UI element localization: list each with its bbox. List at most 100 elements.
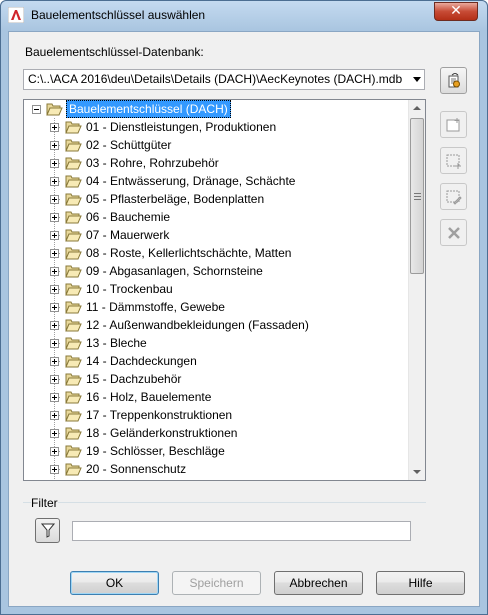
tree-item-label[interactable]: 11 - Dämmstoffe, Gewebe	[86, 298, 225, 316]
tree-item-label[interactable]: 02 - Schüttgüter	[86, 136, 171, 154]
expand-icon[interactable]	[50, 195, 59, 204]
new-database-icon	[446, 118, 460, 132]
open-folder-icon	[65, 229, 82, 242]
open-folder-icon	[65, 463, 82, 476]
filter-group-title: Filter	[31, 496, 58, 510]
open-folder-icon	[65, 445, 82, 458]
scrollbar-thumb[interactable]	[410, 118, 424, 274]
browse-database-button[interactable]	[440, 67, 467, 94]
tree-item-label[interactable]: 12 - Außenwandbekleidungen (Fassaden)	[86, 316, 309, 334]
autocad-app-icon	[8, 7, 24, 23]
open-folder-icon	[65, 427, 82, 440]
tree-item-label[interactable]: 17 - Treppenkonstruktionen	[86, 406, 232, 424]
expand-icon[interactable]	[50, 213, 59, 222]
open-folder-icon	[65, 283, 82, 296]
delete-keynote-button[interactable]	[440, 219, 467, 246]
tree-item-label[interactable]: 05 - Pflasterbeläge, Bodenplatten	[86, 190, 264, 208]
help-button[interactable]: Hilfe	[376, 571, 465, 595]
open-folder-icon	[65, 301, 82, 314]
expand-icon[interactable]	[50, 321, 59, 330]
tree-item-label[interactable]: 01 - Dienstleistungen, Produktionen	[86, 118, 276, 136]
expand-icon[interactable]	[50, 429, 59, 438]
collapse-icon[interactable]	[32, 105, 41, 114]
open-folder-icon	[65, 319, 82, 332]
dialog-client-area: Bauelementschlüssel-Datenbank: C:\..\ACA…	[8, 31, 480, 607]
open-folder-icon	[65, 391, 82, 404]
tree-item-label[interactable]: 13 - Bleche	[86, 334, 147, 352]
title-bar[interactable]: Bauelementschlüssel auswählen ✕	[1, 1, 487, 31]
open-folder-icon	[65, 373, 82, 386]
tree-item-label[interactable]: 09 - Abgasanlagen, Schornsteine	[86, 262, 263, 280]
tree-item-label[interactable]: 04 - Entwässerung, Dränage, Schächte	[86, 172, 295, 190]
expand-icon[interactable]	[50, 159, 59, 168]
tree-item-label[interactable]: 14 - Dachdeckungen	[86, 352, 197, 370]
tree-item-label[interactable]: 10 - Trockenbau	[86, 280, 173, 298]
open-folder-icon	[65, 175, 82, 188]
database-dropdown-value: C:\..\ACA 2016\deu\Details\Details (DACH…	[28, 72, 403, 86]
add-item-icon	[446, 154, 461, 169]
tree-item-label[interactable]: 06 - Bauchemie	[86, 208, 170, 226]
cancel-button[interactable]: Abbrechen	[274, 571, 363, 595]
dialog-window: Bauelementschlüssel auswählen ✕ Baueleme…	[0, 0, 488, 615]
expand-icon[interactable]	[50, 339, 59, 348]
expand-icon[interactable]	[50, 357, 59, 366]
expand-icon[interactable]	[50, 285, 59, 294]
open-folder-icon	[65, 139, 82, 152]
tree-guide-line	[54, 118, 55, 480]
filter-button[interactable]	[35, 518, 60, 543]
add-keynote-button[interactable]	[440, 147, 467, 174]
grip-icon	[414, 193, 421, 194]
edit-item-icon	[446, 190, 462, 205]
grip-icon	[414, 196, 421, 197]
expand-icon[interactable]	[50, 303, 59, 312]
open-folder-icon	[65, 247, 82, 260]
open-folder-icon	[65, 121, 82, 134]
scroll-down-icon[interactable]	[413, 470, 421, 474]
open-folder-icon	[46, 103, 63, 116]
grip-icon	[414, 199, 421, 200]
expand-icon[interactable]	[50, 141, 59, 150]
expand-icon[interactable]	[50, 177, 59, 186]
open-folder-icon	[65, 211, 82, 224]
expand-icon[interactable]	[50, 231, 59, 240]
expand-icon[interactable]	[50, 411, 59, 420]
keynote-tree[interactable]: Bauelementschlüssel (DACH) 01 - Dienstle…	[23, 99, 426, 481]
tree-item-label[interactable]: 07 - Mauerwerk	[86, 226, 169, 244]
chevron-down-icon[interactable]	[413, 77, 421, 82]
expand-icon[interactable]	[50, 123, 59, 132]
tree-item-label[interactable]: 19 - Schlösser, Beschläge	[86, 442, 225, 460]
window-title: Bauelementschlüssel auswählen	[31, 8, 206, 22]
tree-root-label[interactable]: Bauelementschlüssel (DACH)	[66, 100, 231, 118]
open-database-icon	[448, 73, 460, 88]
scroll-up-icon[interactable]	[413, 106, 421, 110]
delete-x-icon	[448, 227, 460, 239]
tree-item-label[interactable]: 16 - Holz, Bauelemente	[86, 388, 211, 406]
database-dropdown[interactable]: C:\..\ACA 2016\deu\Details\Details (DACH…	[23, 69, 425, 90]
expand-icon[interactable]	[50, 465, 59, 474]
open-folder-icon	[65, 409, 82, 422]
open-folder-icon	[65, 265, 82, 278]
tree-scrollbar[interactable]	[408, 100, 425, 480]
expand-icon[interactable]	[50, 447, 59, 456]
filter-input[interactable]	[72, 521, 411, 541]
expand-icon[interactable]	[50, 267, 59, 276]
edit-keynote-button[interactable]	[440, 183, 467, 210]
open-folder-icon	[65, 355, 82, 368]
save-button[interactable]: Speichern	[172, 571, 261, 595]
open-folder-icon	[65, 337, 82, 350]
open-folder-icon	[65, 157, 82, 170]
tree-item-label[interactable]: 20 - Sonnenschutz	[86, 460, 186, 478]
tree-item-label[interactable]: 08 - Roste, Kellerlichtschächte, Matten	[86, 244, 291, 262]
tree-item-label[interactable]: 15 - Dachzubehör	[86, 370, 181, 388]
close-button[interactable]: ✕	[434, 2, 478, 21]
database-label: Bauelementschlüssel-Datenbank:	[25, 45, 204, 59]
expand-icon[interactable]	[50, 375, 59, 384]
expand-icon[interactable]	[50, 393, 59, 402]
expand-icon[interactable]	[50, 249, 59, 258]
tree-item-label[interactable]: 18 - Geländerkonstruktionen	[86, 424, 237, 442]
open-folder-icon	[65, 193, 82, 206]
new-database-button[interactable]	[440, 111, 467, 138]
funnel-icon	[41, 523, 55, 538]
ok-button[interactable]: OK	[70, 571, 159, 595]
tree-item-label[interactable]: 03 - Rohre, Rohrzubehör	[86, 154, 219, 172]
